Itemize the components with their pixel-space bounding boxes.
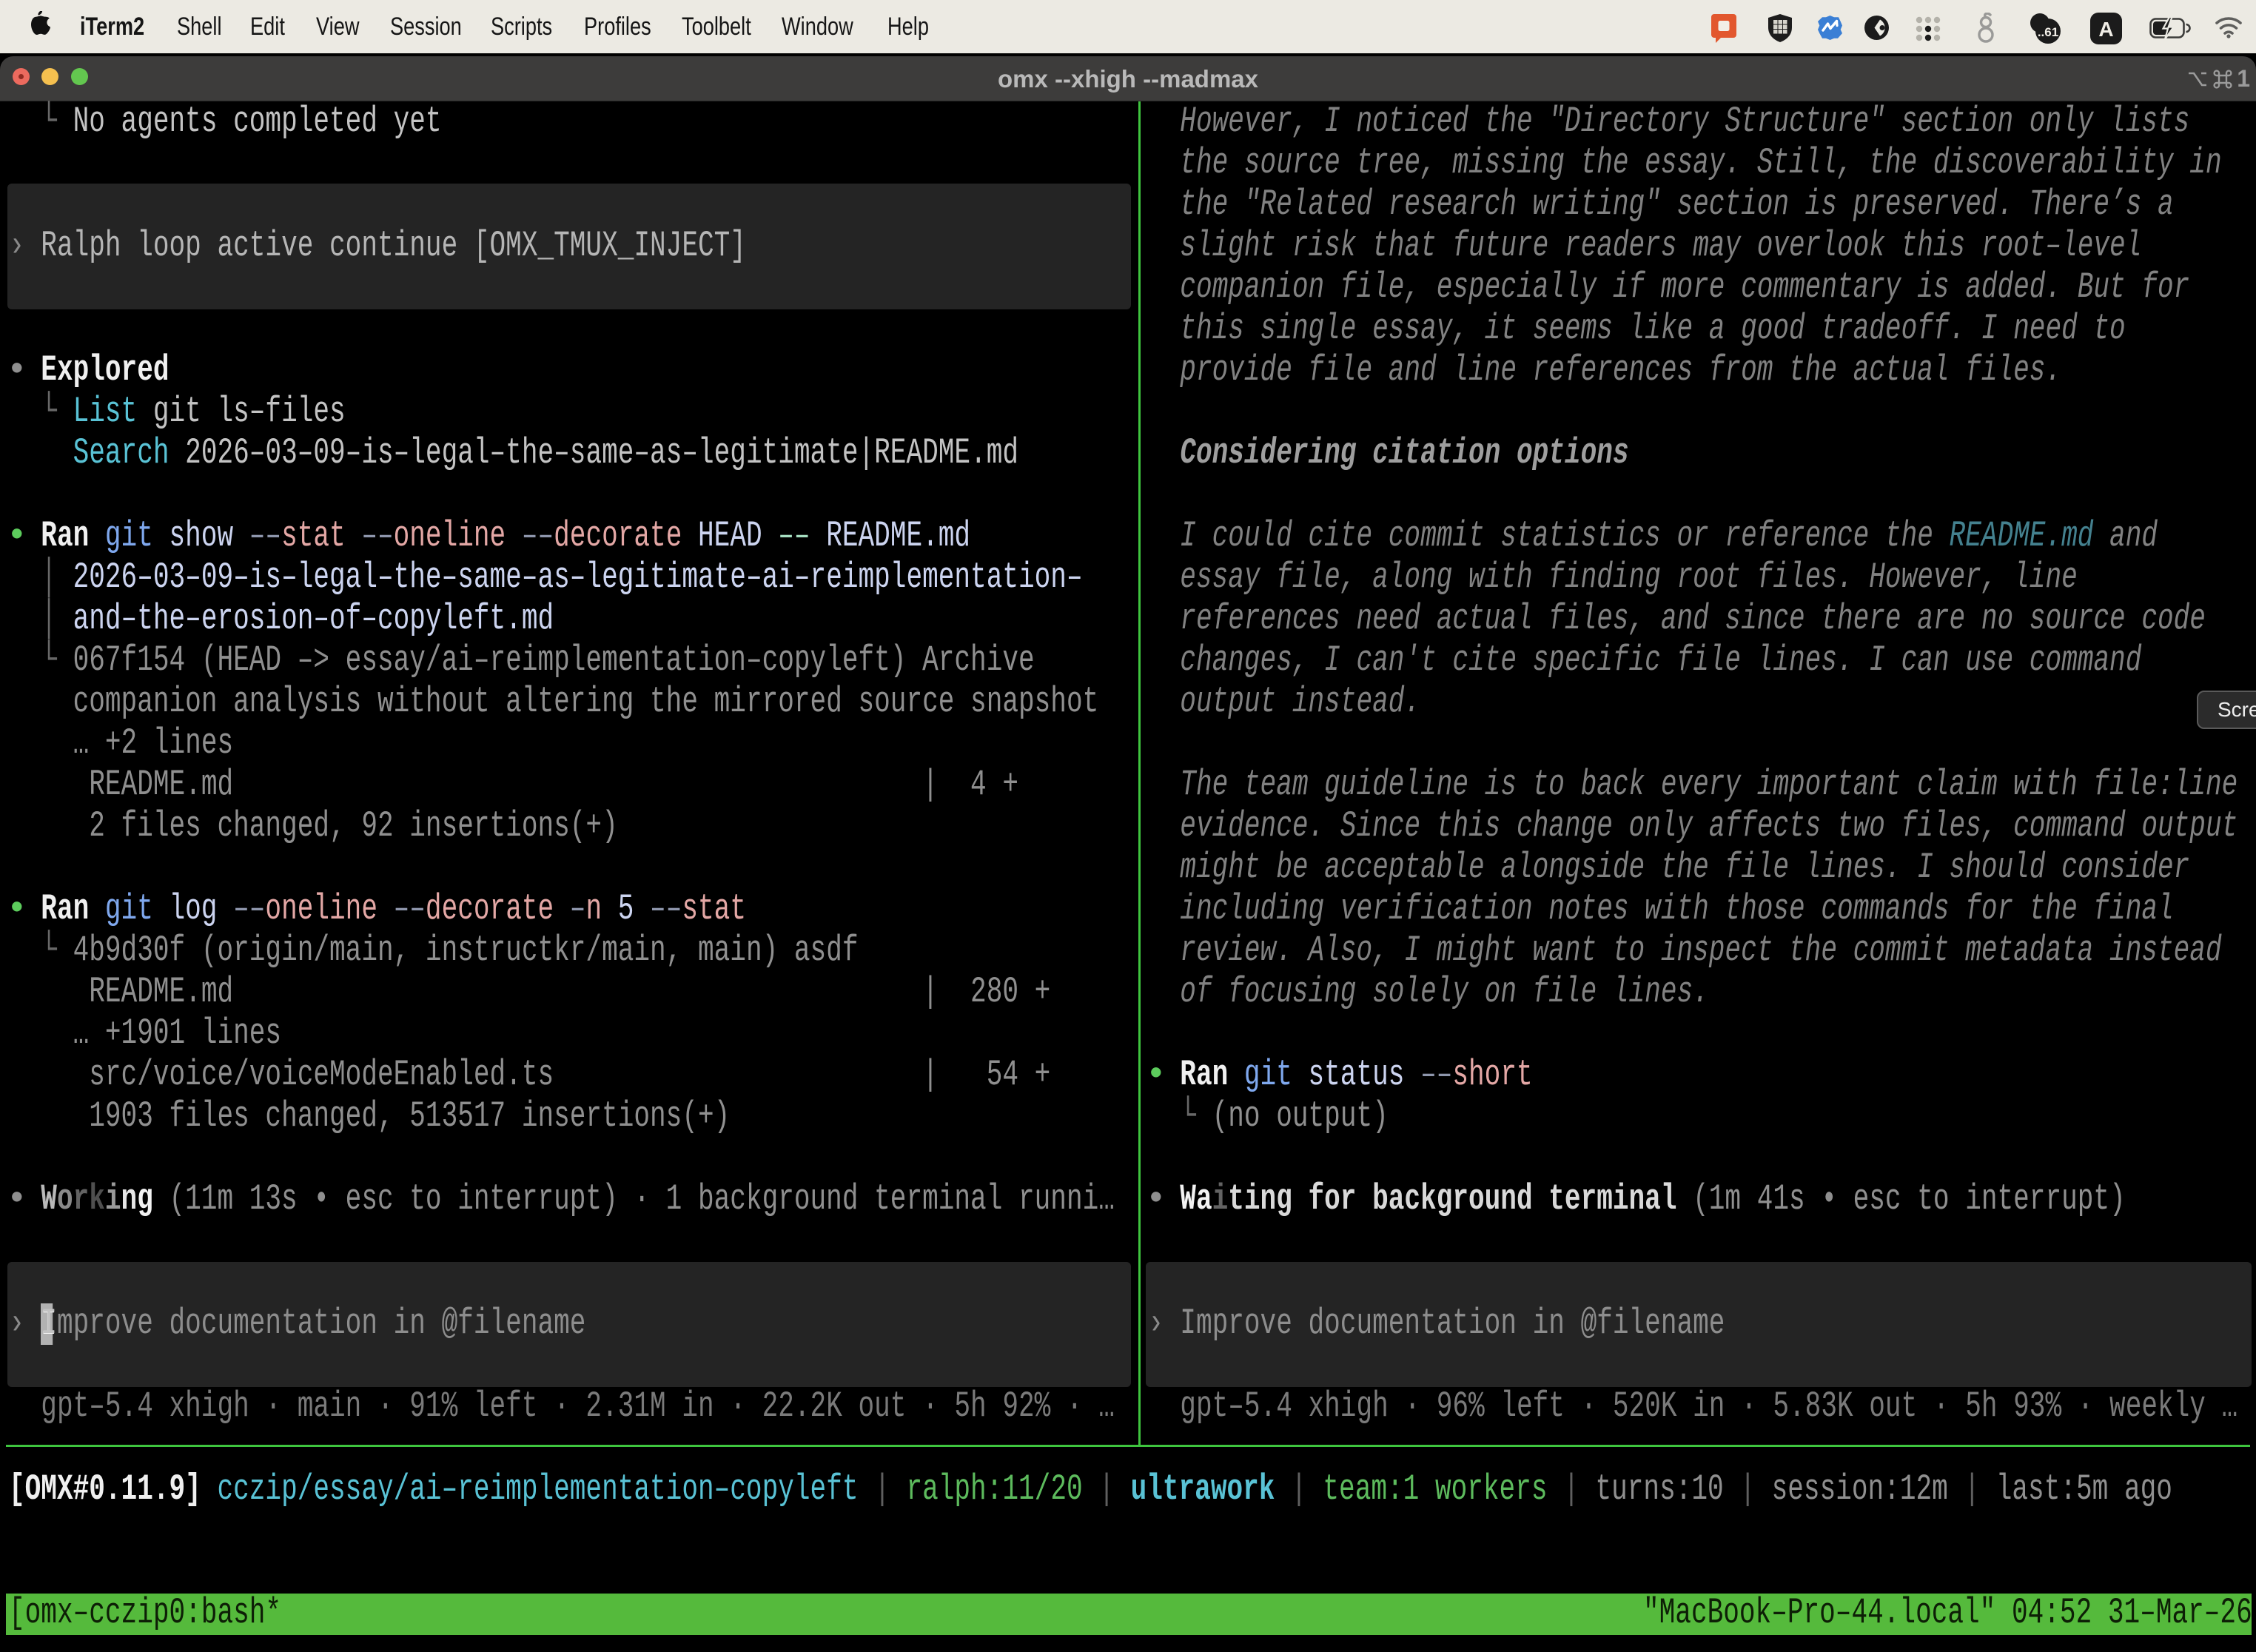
svg-text:A: A bbox=[2098, 18, 2113, 41]
svg-text:..61: ..61 bbox=[2038, 25, 2058, 39]
